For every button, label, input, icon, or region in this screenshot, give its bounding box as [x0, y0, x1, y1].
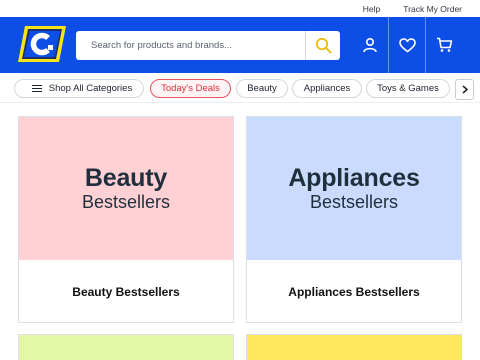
- track-order-link[interactable]: Track My Order: [403, 4, 462, 14]
- user-icon: [362, 37, 377, 53]
- banner-subtitle: Bestsellers: [309, 191, 399, 212]
- category-beauty[interactable]: Beauty: [236, 79, 288, 98]
- category-appliances[interactable]: Appliances: [292, 79, 362, 98]
- category-next-button[interactable]: [455, 79, 474, 100]
- menu-icon: [31, 84, 42, 93]
- site-header: [0, 17, 480, 73]
- search-box: [76, 31, 340, 60]
- banner-title: Appliances: [288, 163, 420, 192]
- shop-all-label: Shop All Categories: [48, 83, 133, 94]
- card-caption: Beauty Bestsellers: [72, 284, 180, 299]
- logo-icon[interactable]: [17, 25, 67, 63]
- search-input[interactable]: [76, 31, 305, 60]
- cart-icon: [436, 37, 452, 52]
- appliances-bestsellers-banner: Appliances Bestsellers: [247, 117, 461, 260]
- beauty-bestsellers-banner: Beauty Bestsellers: [19, 117, 233, 260]
- search-icon: [315, 37, 331, 54]
- header-actions: [351, 17, 462, 73]
- search-button[interactable]: [305, 31, 340, 60]
- chevron-right-icon: [462, 85, 468, 94]
- category-toys-games[interactable]: Toys & Games: [366, 79, 450, 98]
- account-button[interactable]: [351, 17, 388, 73]
- help-link[interactable]: Help: [363, 4, 380, 14]
- category-todays-deals[interactable]: Today's Deals: [150, 79, 231, 98]
- utility-bar: Help Track My Order: [0, 0, 480, 17]
- banner-subtitle: Bestsellers: [81, 191, 171, 212]
- beauty-bestsellers-card[interactable]: Beauty Bestsellers Beauty Bestsellers: [18, 116, 234, 323]
- next-card-green[interactable]: [18, 334, 234, 360]
- next-card-yellow[interactable]: [246, 334, 462, 360]
- banner-title: Beauty: [84, 163, 168, 192]
- heart-icon: [398, 37, 416, 52]
- appliances-bestsellers-card[interactable]: Appliances Bestsellers Appliances Bestse…: [246, 116, 462, 323]
- wishlist-button[interactable]: [388, 17, 425, 73]
- cart-button[interactable]: [425, 17, 462, 73]
- card-caption: Appliances Bestsellers: [288, 284, 420, 299]
- category-bar: Shop All Categories Today's Deals Beauty…: [0, 73, 480, 103]
- shop-all-categories-button[interactable]: Shop All Categories: [14, 79, 144, 98]
